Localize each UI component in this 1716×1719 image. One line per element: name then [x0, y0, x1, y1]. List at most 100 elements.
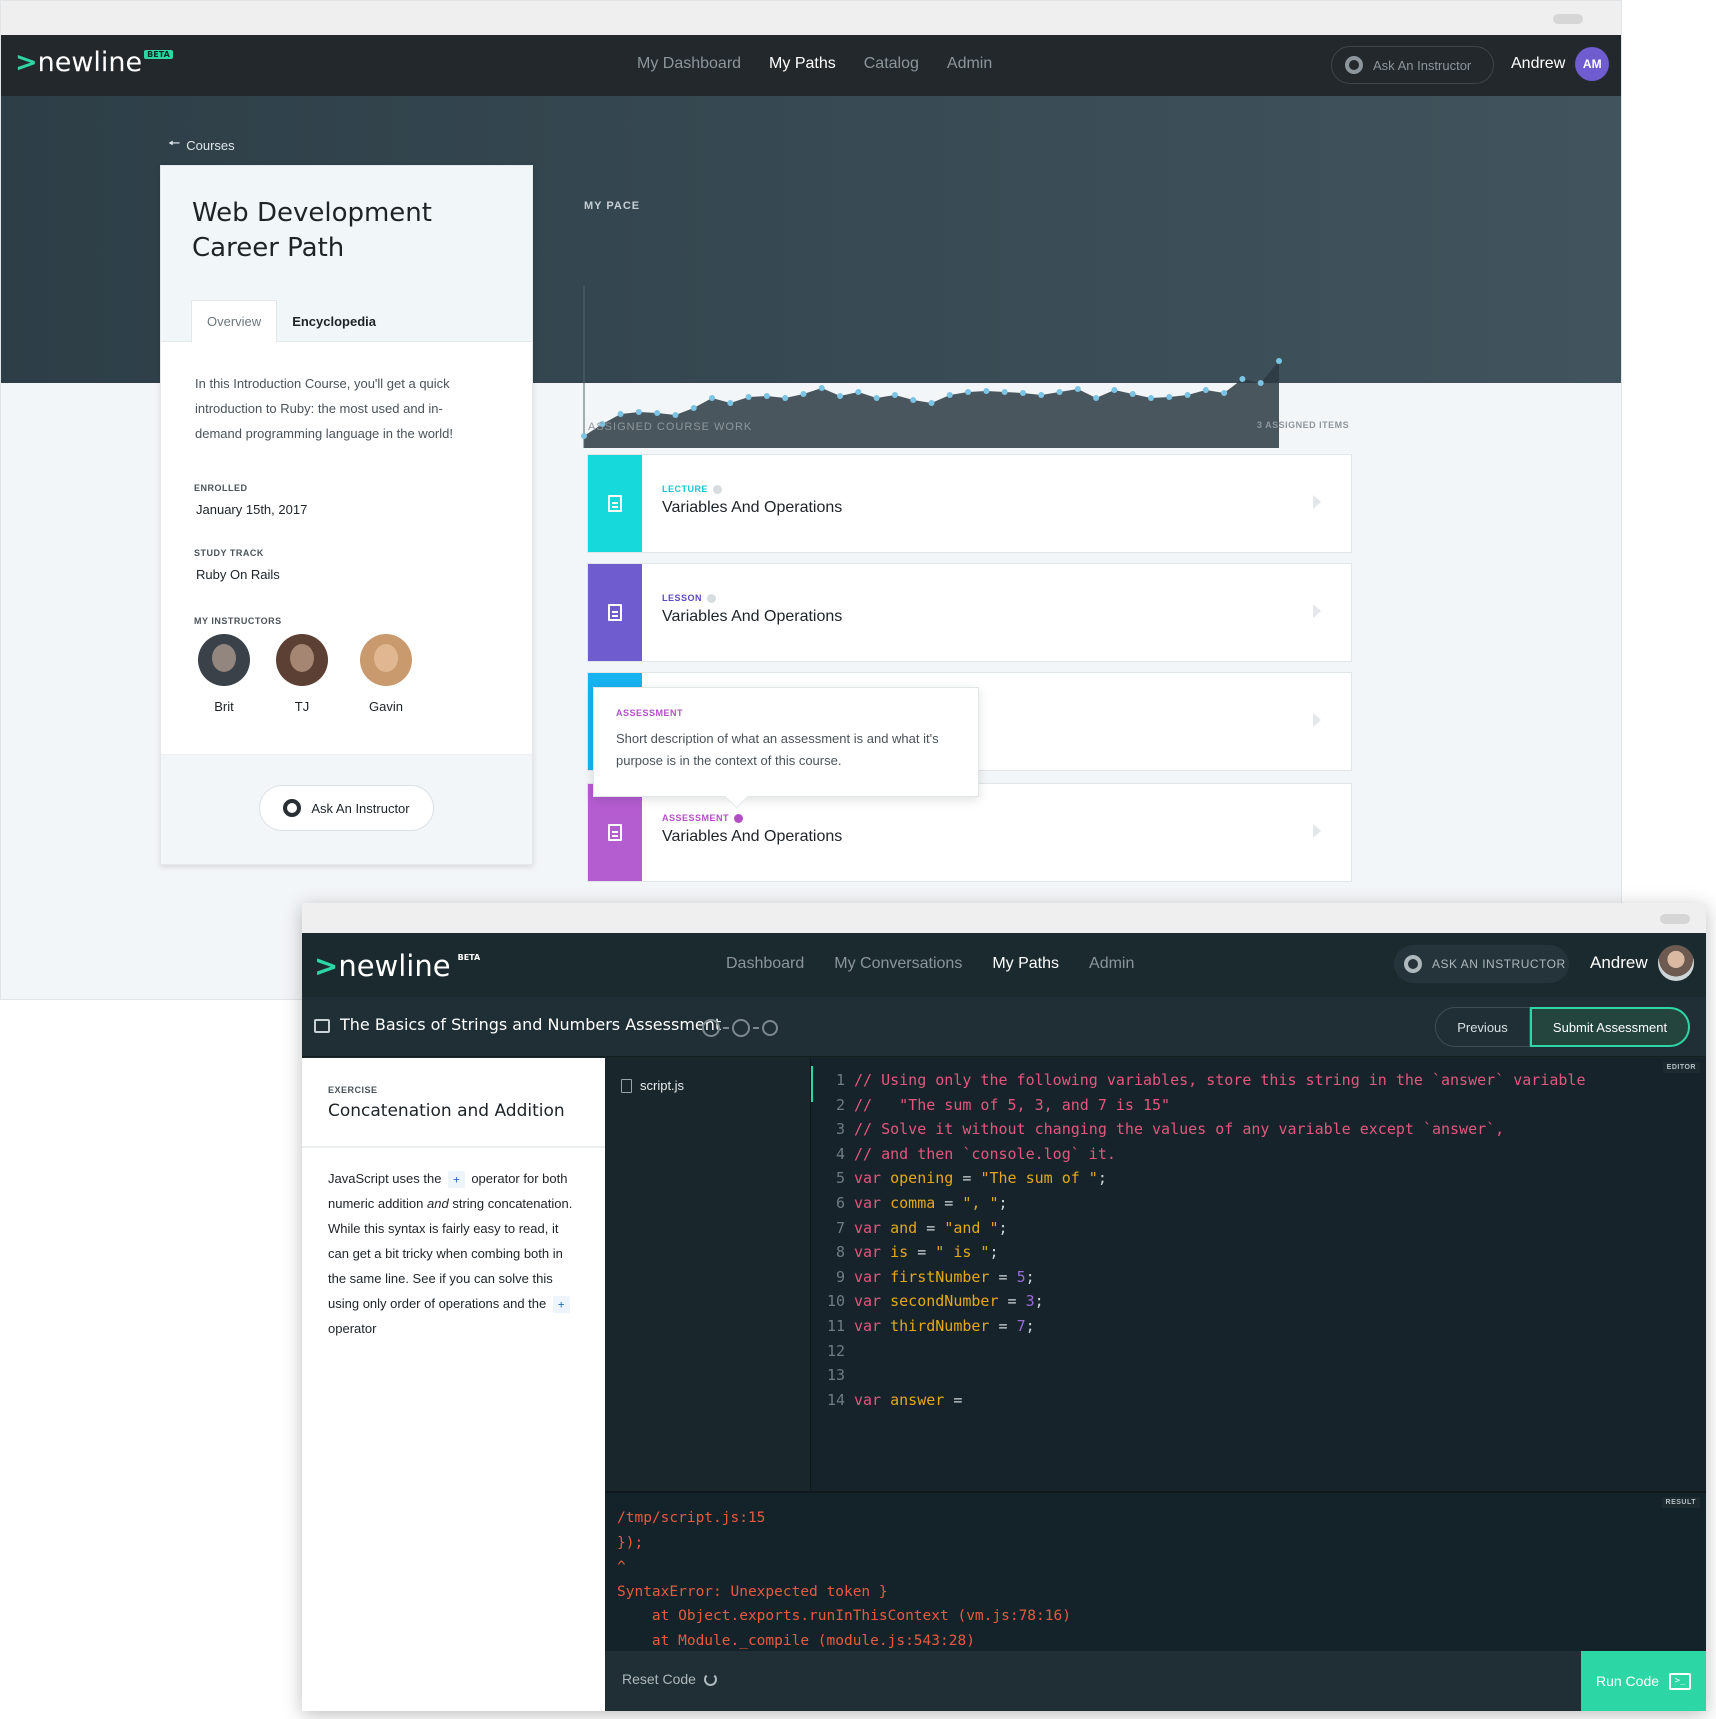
pace-point[interactable] [727, 400, 734, 406]
instructor-gavin[interactable]: Gavin [356, 634, 416, 714]
pace-point[interactable] [617, 411, 624, 417]
assessment-window: > newline BETA Dashboard My Conversation… [302, 903, 1706, 1711]
pace-point[interactable] [891, 392, 898, 398]
pace-point[interactable] [581, 433, 587, 439]
pace-point[interactable] [1147, 395, 1154, 401]
info-icon[interactable] [734, 813, 744, 823]
code-line[interactable]: 8 var is = " is "; [815, 1240, 1586, 1265]
code-line[interactable]: 13 [815, 1363, 1586, 1388]
newline-logo[interactable]: > newline BETA [15, 47, 173, 78]
pace-point[interactable] [745, 394, 752, 400]
code-line[interactable]: 5 var opening = "The sum of "; [815, 1166, 1586, 1191]
nav-link-catalog[interactable]: Catalog [864, 55, 919, 73]
course-item-assessment[interactable]: ASSESSMENT Variables And Operations [587, 783, 1352, 882]
pace-point[interactable] [946, 392, 953, 398]
ask-instructor-button[interactable]: ASK AN INSTRUCTOR [1394, 945, 1569, 983]
pace-point[interactable] [709, 395, 716, 401]
pace-point[interactable] [1019, 390, 1026, 396]
submit-assessment-button[interactable]: Submit Assessment [1530, 1007, 1690, 1047]
code-editor[interactable]: EDITOR 1 // Using only the following vari… [811, 1058, 1706, 1491]
pace-point[interactable] [672, 412, 679, 418]
file-item[interactable]: script.js [621, 1078, 684, 1093]
ask-instructor-button[interactable]: Ask An Instructor [1331, 46, 1494, 84]
logo-chevron-icon: > [314, 949, 339, 983]
user-menu[interactable]: Andrew [1590, 945, 1694, 981]
pace-point[interactable] [1129, 391, 1136, 397]
step-circle[interactable] [702, 1019, 720, 1037]
pace-point[interactable] [1111, 387, 1118, 393]
pace-point[interactable] [983, 388, 990, 394]
code-line[interactable]: 4 // and then `console.log` it. [815, 1142, 1586, 1167]
instructor-tj[interactable]: TJ [272, 634, 332, 714]
tab-encyclopedia[interactable]: Encyclopedia [277, 300, 391, 343]
nav-link-dashboard[interactable]: Dashboard [726, 955, 804, 973]
code-line[interactable]: 11 var thirdNumber = 7; [815, 1314, 1586, 1339]
document-icon [608, 495, 622, 512]
pace-point[interactable] [1202, 387, 1209, 393]
exercise-title: Concatenation and Addition [328, 1101, 565, 1121]
pace-point[interactable] [873, 395, 880, 401]
pace-point[interactable] [1221, 390, 1228, 396]
code-line[interactable]: 7 var and = "and "; [815, 1216, 1586, 1241]
nav-link-my-paths[interactable]: My Paths [769, 55, 836, 73]
code-line[interactable]: 3 // Solve it without changing the values… [815, 1117, 1586, 1142]
code-line[interactable]: 1 // Using only the following variables, … [815, 1068, 1586, 1093]
course-item-lesson[interactable]: LESSON Variables And Operations [587, 563, 1352, 662]
pace-point[interactable] [763, 393, 770, 399]
instructor-brit[interactable]: Brit [194, 634, 254, 714]
pace-point[interactable] [800, 391, 807, 397]
pace-point[interactable] [818, 385, 825, 391]
pace-point[interactable] [1184, 392, 1191, 398]
pace-point[interactable] [690, 405, 697, 411]
nav-link-conversations[interactable]: My Conversations [834, 955, 962, 973]
previous-button[interactable]: Previous [1435, 1007, 1530, 1047]
back-link[interactable]: 🠔 Courses [168, 133, 235, 157]
instructor-name: Brit [214, 699, 234, 714]
pace-point[interactable] [965, 389, 972, 395]
info-icon[interactable] [707, 593, 717, 603]
code-line[interactable]: 2 // "The sum of 5, 3, and 7 is 15" [815, 1093, 1586, 1118]
reset-code-button[interactable]: Reset Code [622, 1671, 717, 1687]
pace-point[interactable] [837, 393, 844, 399]
pace-point[interactable] [782, 395, 789, 401]
code-token: var [854, 1390, 891, 1409]
code-lines[interactable]: 1 // Using only the following variables, … [815, 1068, 1586, 1412]
tab-overview[interactable]: Overview [191, 300, 278, 343]
nav-link-dashboard[interactable]: My Dashboard [637, 55, 741, 73]
user-menu[interactable]: Andrew AM [1511, 47, 1610, 81]
pace-point[interactable] [1074, 386, 1081, 392]
pace-point[interactable] [635, 409, 642, 415]
window-control[interactable] [1553, 14, 1583, 24]
pace-point[interactable] [1038, 392, 1045, 398]
code-token: comma [890, 1193, 936, 1212]
pace-point[interactable] [1276, 358, 1282, 364]
pace-point[interactable] [1166, 394, 1173, 400]
code-line[interactable]: 12 [815, 1339, 1586, 1364]
pace-point[interactable] [1001, 389, 1008, 395]
pace-point[interactable] [1093, 395, 1100, 401]
nav-link-admin[interactable]: Admin [947, 55, 992, 73]
pace-point[interactable] [855, 389, 862, 395]
pace-point[interactable] [654, 410, 661, 416]
nav-link-my-paths[interactable]: My Paths [992, 955, 1059, 973]
pace-point[interactable] [1239, 376, 1246, 382]
code-line[interactable]: 6 var comma = ", "; [815, 1191, 1586, 1216]
info-icon[interactable] [713, 484, 722, 494]
ask-instructor-label: Ask An Instructor [311, 800, 410, 816]
code-line[interactable]: 10 var secondNumber = 3; [815, 1289, 1586, 1314]
code-line[interactable]: 9 var firstNumber = 5; [815, 1265, 1586, 1290]
pace-point[interactable] [910, 397, 917, 403]
step-circle[interactable] [762, 1020, 778, 1036]
pace-point[interactable] [1056, 389, 1063, 395]
nav-link-admin[interactable]: Admin [1089, 955, 1134, 973]
newline-logo[interactable]: > newline BETA [314, 949, 483, 983]
step-circle[interactable] [732, 1019, 750, 1037]
code-line[interactable]: 14 var answer = [815, 1388, 1586, 1413]
window-control[interactable] [1660, 914, 1690, 924]
course-item-lecture[interactable]: LECTURE Variables And Operations [587, 454, 1352, 553]
file-tree: script.js [605, 1058, 811, 1491]
pace-point[interactable] [1257, 380, 1264, 386]
run-code-button[interactable]: Run Code >_ [1581, 1651, 1706, 1711]
pace-point[interactable] [928, 400, 935, 406]
ask-instructor-button[interactable]: Ask An Instructor [259, 785, 434, 831]
